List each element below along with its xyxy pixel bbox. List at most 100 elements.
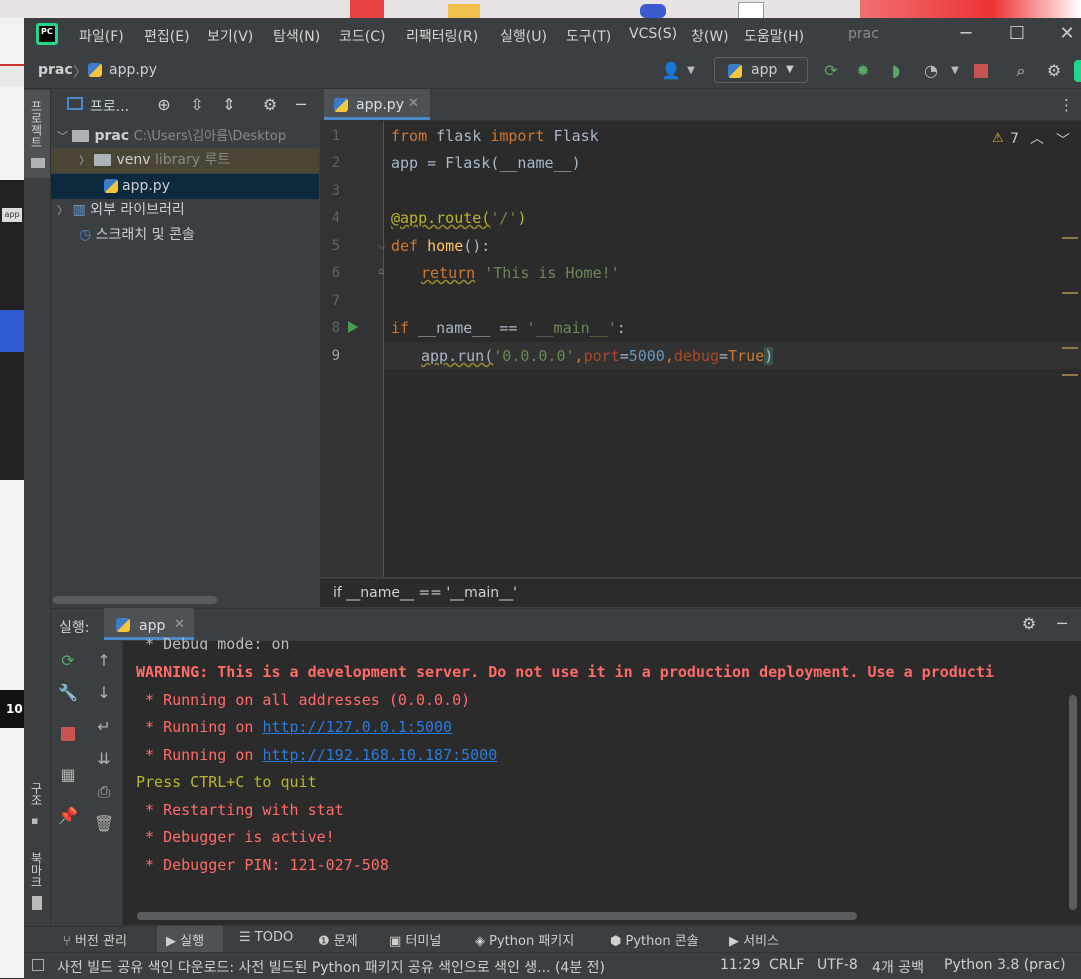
breadcrumb-project[interactable]: prac — [38, 62, 73, 78]
chevron-down-icon[interactable]: ﹀ — [57, 130, 68, 143]
console-line: * Debug mode: on — [136, 635, 290, 650]
python-interpreter[interactable]: Python 3.8 (prac) — [944, 957, 1066, 973]
hide-panel-icon[interactable]: ─ — [290, 94, 312, 116]
breadcrumb-file[interactable]: app.py — [109, 62, 157, 78]
tree-item-external-libraries[interactable]: 〉 ▥ 외부 라이브러리 — [51, 198, 319, 223]
tool-tab-python-console[interactable]: ⬢ Python 콘솔 — [610, 930, 699, 949]
chevron-right-icon[interactable]: 〉 — [57, 204, 68, 217]
close-tab-icon[interactable]: ✕ — [174, 617, 185, 632]
maximize-icon[interactable]: ☐ — [1002, 22, 1032, 46]
console-link[interactable]: http://127.0.0.1:5000 — [262, 718, 452, 736]
minimize-icon[interactable]: ─ — [951, 22, 981, 46]
chevron-down-icon[interactable]: ﹀ — [1056, 130, 1070, 150]
code-token: , — [574, 347, 584, 365]
soft-wrap-icon[interactable]: ↵ — [93, 716, 115, 738]
vertical-scrollbar[interactable] — [1069, 695, 1077, 910]
horizontal-scrollbar[interactable] — [137, 912, 857, 920]
warning-count[interactable]: 7 — [1010, 131, 1019, 147]
debug-icon[interactable]: ✹ — [852, 60, 874, 82]
bookmarks-tool-label[interactable]: 북마크 — [28, 852, 45, 888]
fold-icon[interactable]: ⌵ — [378, 241, 386, 252]
tree-item-venv[interactable]: 〉 venv library 루트 — [51, 148, 319, 173]
console-line: * Running on http://192.168.10.187:5000 — [136, 742, 497, 770]
stop-icon[interactable] — [974, 64, 988, 78]
chevron-right-icon[interactable]: 〉 — [79, 154, 90, 167]
collapse-all-icon[interactable]: ⇕ — [218, 94, 240, 116]
profile-icon[interactable]: ◔ — [920, 60, 942, 82]
layout-icon[interactable]: ▦ — [57, 764, 79, 786]
tool-tab-run[interactable]: ▶ 실행 — [166, 930, 204, 949]
locate-file-icon[interactable]: ⊕ — [153, 94, 175, 116]
tree-item-scratches[interactable]: ◷ 스크래치 및 콘솔 — [51, 223, 319, 248]
structure-tool-label[interactable]: 구조 — [28, 782, 45, 806]
tool-tab-todo[interactable]: ☰ TODO — [239, 930, 293, 945]
caret-position[interactable]: 11:29 — [720, 957, 760, 973]
menu-item[interactable]: 창(W) — [691, 26, 729, 45]
status-message[interactable]: 사전 빌드 공유 색인 다운로드: 사전 빌드된 Python 패키지 공유 색… — [57, 957, 675, 977]
scrollbar-marker — [1062, 292, 1078, 294]
menu-item[interactable]: 리팩터링(R) — [406, 26, 478, 45]
user-icon[interactable]: 👤 — [660, 60, 682, 82]
menu-item[interactable]: 실행(U) — [500, 26, 547, 45]
arrow-up-icon[interactable]: ↑ — [93, 650, 115, 672]
hide-panel-icon[interactable]: ─ — [1051, 613, 1073, 635]
python-file-icon — [104, 179, 118, 193]
editor-breadcrumb[interactable]: if __name__ == '__main__' — [333, 585, 517, 601]
console-line: * Restarting with stat — [136, 801, 344, 819]
tool-tab-vcs[interactable]: ⑂ 버전 관리 — [63, 930, 127, 949]
close-tab-icon[interactable]: ✕ — [408, 96, 419, 111]
console-line: * Debugger is active! — [136, 828, 335, 846]
tool-tab-python-packages[interactable]: ◈ Python 패키지 — [475, 930, 574, 949]
expand-all-icon[interactable]: ⇳ — [186, 94, 208, 116]
menu-item[interactable]: 보기(V) — [207, 26, 253, 45]
wrench-icon[interactable]: 🔧 — [57, 682, 79, 704]
tree-item-prac[interactable]: ﹀ prac C:\Users\김아름\Desktop — [51, 124, 319, 149]
arrow-down-icon[interactable]: ↓ — [93, 682, 115, 704]
warning-icon[interactable]: ⚠ — [992, 131, 1004, 146]
tool-windows-icon[interactable] — [32, 959, 44, 971]
chevron-down-icon[interactable]: ▼ — [680, 60, 702, 82]
code-token: if — [391, 319, 410, 337]
console-link[interactable]: http://192.168.10.187:5000 — [262, 746, 497, 764]
stop-icon[interactable] — [61, 727, 75, 741]
run-gutter-icon[interactable] — [348, 321, 358, 333]
line-separator[interactable]: CRLF — [769, 957, 804, 973]
tree-item-app-py[interactable]: app.py — [51, 174, 319, 199]
menu-item[interactable]: VCS(S) — [629, 26, 677, 44]
menu-item[interactable]: 탐색(N) — [273, 26, 320, 45]
menu-item[interactable]: 도구(T) — [566, 26, 611, 45]
menu-item[interactable]: 파일(F) — [79, 26, 124, 45]
settings-icon[interactable]: ⚙ — [259, 94, 281, 116]
indent-setting[interactable]: 4개 공백 — [872, 957, 924, 977]
pin-icon[interactable]: 📌 — [57, 805, 79, 827]
tool-tab-terminal[interactable]: ▣ 터미널 — [389, 930, 441, 949]
coverage-icon[interactable]: ◗ — [885, 60, 907, 82]
chevron-down-icon[interactable]: ▼ — [944, 60, 966, 82]
code-line-5: def home(): — [391, 233, 490, 260]
file-encoding[interactable]: UTF-8 — [817, 957, 858, 973]
close-icon[interactable]: ✕ — [1052, 22, 1081, 46]
fold-icon[interactable]: ⌂ — [378, 266, 384, 277]
console-line: Press CTRL+C to quit — [136, 773, 317, 791]
horizontal-scrollbar[interactable] — [53, 596, 217, 604]
project-tool-label[interactable]: 프로젝트 — [28, 100, 45, 148]
rerun-icon[interactable]: ⟳ — [57, 650, 79, 672]
plugin-icon[interactable] — [1074, 60, 1081, 82]
print-icon[interactable]: ⎙ — [93, 781, 115, 803]
menu-item[interactable]: 코드(C) — [339, 26, 385, 45]
search-icon[interactable]: ⌕ — [1010, 60, 1032, 82]
menu-item[interactable]: 편집(E) — [144, 26, 190, 45]
rerun-icon[interactable]: ⟳ — [820, 60, 842, 82]
scroll-to-end-icon[interactable]: ⇊ — [93, 748, 115, 770]
chevron-up-icon[interactable]: ︿ — [1030, 128, 1044, 148]
background-window-strip: 10 — [0, 690, 24, 728]
trash-icon[interactable]: 🗑 — [93, 813, 115, 835]
project-panel-title[interactable]: 프로... — [90, 96, 129, 116]
settings-icon[interactable]: ⚙ — [1043, 60, 1065, 82]
more-options-icon[interactable]: ⋮ — [1059, 96, 1074, 114]
menu-item[interactable]: 도움말(H) — [744, 26, 804, 45]
tool-tab-problems[interactable]: ❶ 문제 — [318, 930, 358, 949]
settings-icon[interactable]: ⚙ — [1018, 613, 1040, 635]
tool-tab-label: Python 패키지 — [489, 934, 575, 949]
tool-tab-services[interactable]: ▶ 서비스 — [729, 930, 779, 949]
